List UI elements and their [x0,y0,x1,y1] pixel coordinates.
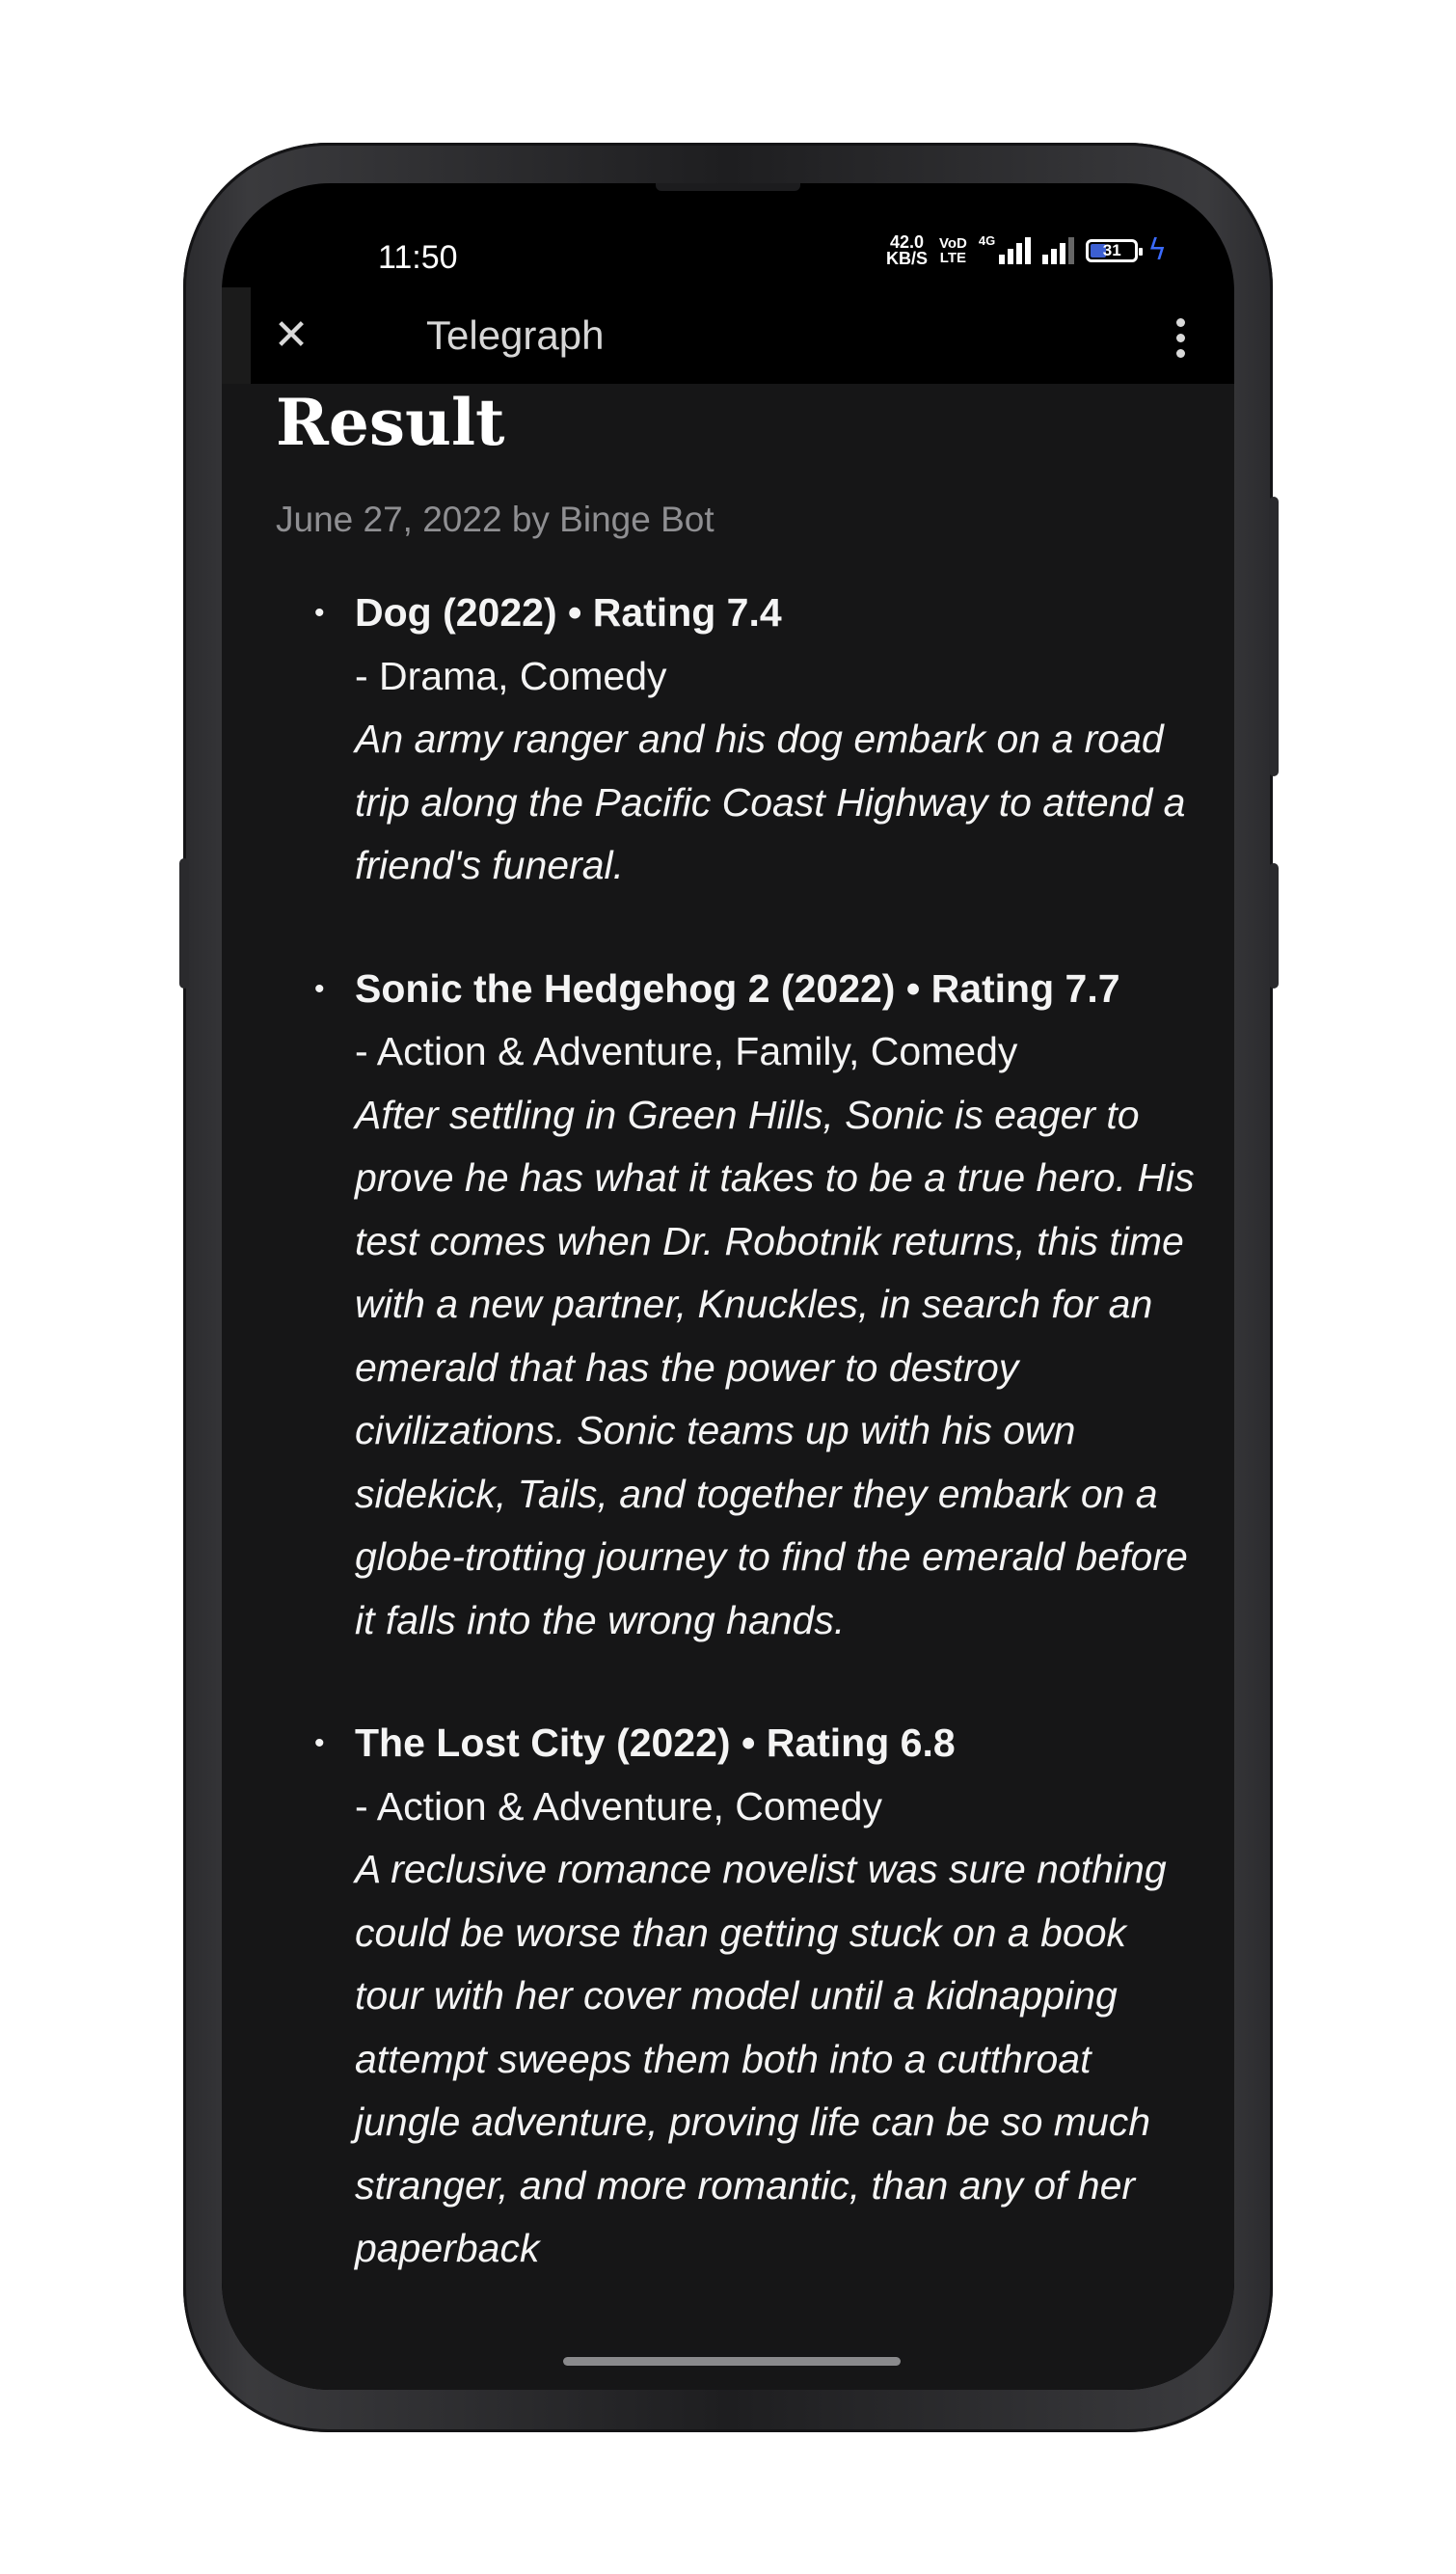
movie-description: An army ranger and his dog embark on a r… [355,717,1186,887]
movie-list: • Dog (2022) • Rating 7.4 - Drama, Comed… [276,582,1201,2341]
bullet: • [314,972,325,1005]
bullet: • [314,1727,325,1759]
status-icons: 42.0 KB/S VoD LTE 4G 31 ϟ [885,231,1167,268]
volte-top: VoD [938,234,967,252]
battery-level: 31 [1102,240,1121,259]
volte-icon: VoD LTE [939,236,967,265]
list-item: • Dog (2022) • Rating 7.4 - Drama, Comed… [276,582,1201,898]
list-item: • The Lost City (2022) • Rating 6.8 - Ac… [276,1712,1201,2281]
bullet: • [314,597,325,629]
article-title: Result [276,385,505,460]
side-button [1269,863,1279,989]
app-title: Telegraph [426,312,605,358]
home-indicator[interactable] [563,2357,901,2366]
more-vertical-icon-dot [1175,348,1185,358]
movie-heading: Sonic the Hedgehog 2 (2022) • Rating 7.7 [355,965,1120,1011]
battery-cap [1139,247,1144,256]
charging-bolt-icon: ϟ [1147,233,1167,267]
network-speed-value: 42.0 [889,231,924,252]
signal-sim2-icon [1042,236,1075,264]
camera-notch [656,183,800,191]
movie-genres: - Drama, Comedy [355,653,667,698]
app-bar-edge [222,287,251,384]
movie-genres: - Action & Adventure, Comedy [355,1783,882,1829]
list-item: • Sonic the Hedgehog 2 (2022) • Rating 7… [276,958,1201,1653]
status-bar: 11:50 42.0 KB/S VoD LTE 4G 31 ϟ [222,222,1234,280]
battery-icon: 31 [1086,238,1144,262]
more-options-button[interactable] [1161,311,1200,365]
network-speed-unit: KB/S [885,248,928,268]
network-type: 4G [978,233,996,248]
movie-heading: The Lost City (2022) • Rating 6.8 [355,1721,956,1765]
volte-bottom: LTE [939,249,967,266]
movie-heading: Dog (2022) • Rating 7.4 [355,590,782,635]
article-byline: June 27, 2022 by Binge Bot [276,500,715,539]
signal-sim1-icon [999,236,1032,264]
status-time: 11:50 [378,239,458,276]
close-button[interactable]: ✕ [264,309,318,363]
volume-button [179,858,189,989]
gesture-nav-bar [222,2342,1234,2390]
movie-description: After settling in Green Hills, Sonic is … [355,1092,1195,1642]
app-bar: ✕ Telegraph [222,287,1234,384]
network-speed: 42.0 KB/S [885,231,928,268]
article-content[interactable]: Result June 27, 2022 by Binge Bot • Dog … [222,384,1234,2342]
more-vertical-icon-dot [1175,333,1185,342]
power-button [1269,497,1279,776]
movie-description: A reclusive romance novelist was sure no… [355,1847,1167,2270]
phone-screen: 11:50 42.0 KB/S VoD LTE 4G 31 ϟ ✕ Telegr… [222,183,1234,2390]
more-vertical-icon-dot [1175,317,1185,327]
close-icon: ✕ [273,311,310,360]
movie-genres: - Action & Adventure, Family, Comedy [355,1029,1018,1073]
